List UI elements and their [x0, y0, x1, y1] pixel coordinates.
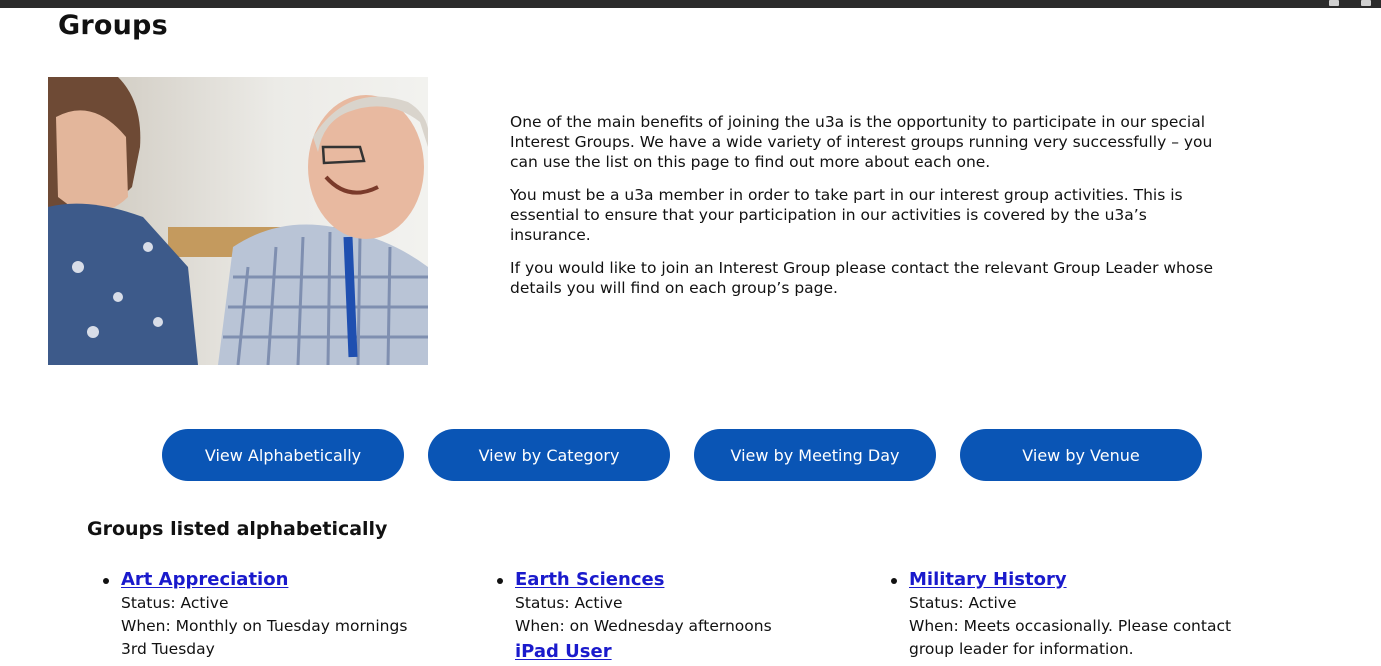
groups-column-3: Military History Status: Active When: Me… — [889, 568, 1269, 663]
groups-column-1: Art Appreciation Status: Active When: Mo… — [101, 568, 481, 663]
intro-paragraph: You must be a u3a member in order to tak… — [510, 186, 1183, 244]
group-when: When: Meets occasionally. Please contact — [909, 617, 1232, 635]
top-bar-icons — [1329, 0, 1371, 8]
list-item: iPad User — [495, 640, 875, 664]
page-title: Groups — [58, 10, 168, 41]
list-item: Art Appreciation Status: Active When: Mo… — [101, 568, 481, 661]
search-icon[interactable] — [1361, 0, 1371, 6]
browser-top-bar — [0, 0, 1381, 8]
group-when-detail: group leader for information. — [909, 640, 1134, 658]
group-status: Status: Active — [121, 594, 229, 612]
groups-column-2: Earth Sciences Status: Active When: on W… — [495, 568, 875, 666]
account-icon[interactable] — [1329, 0, 1339, 6]
group-status: Status: Active — [515, 594, 623, 612]
groups-list-heading: Groups listed alphabetically — [87, 518, 388, 540]
list-item: Military History Status: Active When: Me… — [889, 568, 1269, 661]
hero-photo — [48, 77, 428, 365]
view-alphabetically-button[interactable]: View Alphabetically — [162, 429, 404, 481]
intro-paragraph: One of the main benefits of joining the … — [510, 113, 1213, 171]
list-item: Earth Sciences Status: Active When: on W… — [495, 568, 875, 638]
group-when-detail: 3rd Tuesday — [121, 640, 215, 658]
view-buttons: View Alphabetically View by Category Vie… — [162, 429, 1202, 481]
group-when: When: on Wednesday afternoons — [515, 617, 772, 635]
group-when: When: Monthly on Tuesday mornings — [121, 617, 408, 635]
group-status: Status: Active — [909, 594, 1017, 612]
group-link-ipad-user[interactable]: iPad User — [515, 641, 612, 662]
group-link-military-history[interactable]: Military History — [909, 569, 1067, 590]
group-link-earth-sciences[interactable]: Earth Sciences — [515, 569, 664, 590]
view-by-category-button[interactable]: View by Category — [428, 429, 670, 481]
group-link-art-appreciation[interactable]: Art Appreciation — [121, 569, 288, 590]
intro-text: One of the main benefits of joining the … — [510, 112, 1230, 311]
view-by-meeting-day-button[interactable]: View by Meeting Day — [694, 429, 936, 481]
view-by-venue-button[interactable]: View by Venue — [960, 429, 1202, 481]
intro-paragraph: If you would like to join an Interest Gr… — [510, 259, 1213, 297]
